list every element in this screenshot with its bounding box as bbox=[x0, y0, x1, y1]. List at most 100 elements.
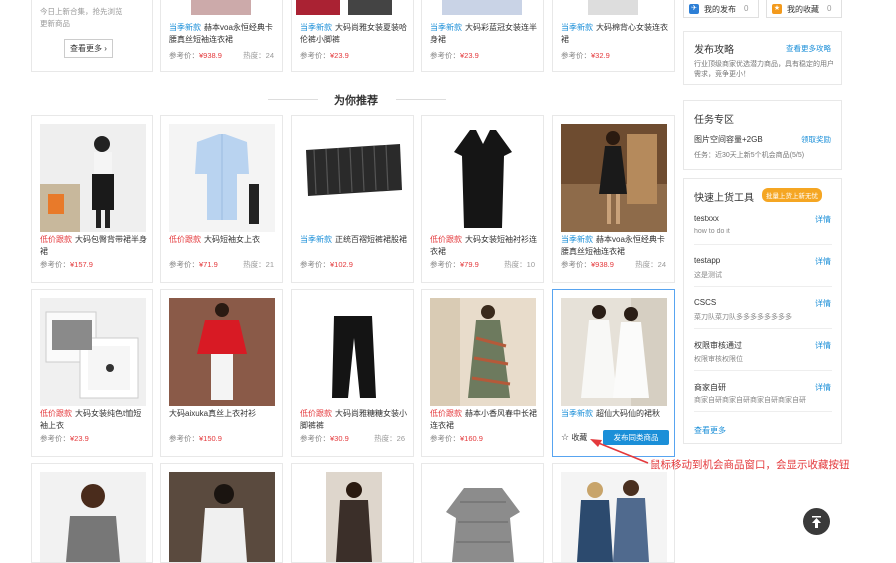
arrow-up-icon bbox=[812, 516, 821, 528]
tools-box: 快速上货工具 批量上货上新无忧 testxxx 详情 how to do it … bbox=[683, 178, 842, 444]
product-price: 参考价：¥71.9 bbox=[169, 260, 218, 269]
product-price: 参考价：¥23.9 bbox=[430, 51, 479, 60]
product-tag: 低价跟款 bbox=[169, 235, 201, 244]
product-tag: 当季新款 bbox=[169, 23, 201, 32]
product-title: 当季新款 超仙大码仙的裙秋 bbox=[561, 409, 660, 418]
more-strategy-link[interactable]: 查看更多攻略 bbox=[786, 43, 831, 54]
section-title: 为你推荐 bbox=[334, 95, 378, 107]
product-title: 低价跟款 大码女装纯色t恤短袖上衣 bbox=[40, 409, 142, 430]
section-divider-left bbox=[268, 99, 318, 100]
top-product-card-2[interactable]: 当季新款 大码尚雅女装夏装哈伦裤小脚裤 参考价：¥23.9 bbox=[291, 0, 414, 72]
product-price: 参考价：¥102.9 bbox=[300, 260, 353, 269]
back-to-top-button[interactable] bbox=[803, 508, 830, 535]
tool-detail-link[interactable]: 详情 bbox=[815, 340, 831, 351]
product-tag: 当季新款 bbox=[300, 23, 332, 32]
tools-more-link[interactable]: 查看更多 bbox=[694, 425, 726, 436]
product-image bbox=[191, 0, 251, 15]
tool-detail-link[interactable]: 详情 bbox=[815, 298, 831, 309]
tool-name: 商家自研 bbox=[694, 383, 726, 392]
tool-desc: 菜刀队菜刀队多多多多多多多多 bbox=[694, 314, 792, 321]
claim-reward-link[interactable]: 领取奖励 bbox=[801, 134, 831, 145]
task-name: 图片空间容量+2GB bbox=[694, 135, 763, 144]
divider bbox=[694, 370, 832, 371]
product-card[interactable]: 低价跟款 大码女装短袖衬衫连衣裙 参考价：¥79.9 热度：10 bbox=[421, 115, 544, 283]
tool-detail-link[interactable]: 详情 bbox=[815, 214, 831, 225]
product-tag: 低价跟款 bbox=[40, 235, 72, 244]
product-heat: 热度：10 bbox=[504, 260, 535, 269]
product-title: 低价跟款 大码短袖女上衣 bbox=[169, 235, 260, 244]
product-title: 低价跟款 大码包臀背带裙半身裙 bbox=[40, 235, 147, 256]
my-publish-count: 0 bbox=[744, 4, 749, 13]
tool-name: testapp bbox=[694, 256, 721, 265]
product-image bbox=[430, 298, 536, 406]
view-more-button[interactable]: 查看更多 › bbox=[64, 39, 113, 58]
product-heat: 热度：26 bbox=[374, 434, 405, 443]
promo-line-2: 更新商品 bbox=[40, 19, 70, 28]
product-image bbox=[296, 0, 340, 15]
product-card[interactable]: 低价跟款 大码包臀背带裙半身裙 参考价：¥157.9 bbox=[31, 115, 153, 283]
product-card[interactable]: 低价跟款 大码短袖女上衣 参考价：¥71.9 热度：21 bbox=[160, 115, 283, 283]
strategy-box: 发布攻略 查看更多攻略 行业顶级商家优选潜力商品，具有稳定的用户需求，竞争更小！ bbox=[683, 31, 842, 85]
product-image-2 bbox=[348, 0, 392, 15]
strategy-desc: 行业顶级商家优选潜力商品，具有稳定的用户需求，竞争更小！ bbox=[694, 61, 834, 78]
collect-button[interactable]: ☆ 收藏 bbox=[561, 432, 587, 443]
tool-desc: 商家自研商家自研商家自研商家自研 bbox=[694, 397, 806, 404]
product-tag: 当季新款 bbox=[561, 235, 593, 244]
product-card[interactable] bbox=[31, 463, 153, 563]
product-image bbox=[442, 0, 522, 15]
product-heat: 热度：21 bbox=[243, 260, 274, 269]
product-image bbox=[430, 472, 536, 562]
tool-detail-link[interactable]: 详情 bbox=[815, 382, 831, 393]
product-card[interactable]: 低价跟款 大码女装纯色t恤短袖上衣 参考价：¥23.9 bbox=[31, 289, 153, 457]
product-card-hovered[interactable]: 当季新款 超仙大码仙的裙秋 ☆ 收藏 发布同类商品 bbox=[552, 289, 675, 457]
product-title: 低价跟款 大码尚雅糖糖女装小脚裤裤 bbox=[300, 409, 407, 430]
product-tag: 当季新款 bbox=[561, 23, 593, 32]
product-card[interactable]: 大码aixuka真丝上衣衬衫 参考价：¥150.9 bbox=[160, 289, 283, 457]
divider bbox=[694, 411, 832, 412]
product-price: 参考价：¥160.9 bbox=[430, 434, 483, 443]
product-card[interactable]: 低价跟款 大码尚雅糖糖女装小脚裤裤 参考价：¥30.9 热度：26 bbox=[291, 289, 414, 457]
product-tag: 当季新款 bbox=[561, 409, 593, 418]
product-card[interactable] bbox=[291, 463, 414, 563]
product-tag: 低价跟款 bbox=[40, 409, 72, 418]
product-title: 低价跟款 大码女装短袖衬衫连衣裙 bbox=[430, 235, 537, 256]
tool-desc: how to do it bbox=[694, 228, 730, 235]
product-image bbox=[561, 298, 667, 406]
top-product-card-4[interactable]: 当季新款 大码棉背心女装连衣裙 参考价：¥32.9 bbox=[552, 0, 675, 72]
product-image bbox=[300, 298, 406, 406]
product-card[interactable]: 当季新款 正统百褶短裤裙股裙 参考价：¥102.9 bbox=[291, 115, 414, 283]
my-publish-label: 我的发布 bbox=[704, 5, 736, 14]
product-title: 当季新款 大码棉背心女装连衣裙 bbox=[561, 23, 668, 44]
product-card[interactable]: 当季新款 赫本voa永恒经典卡腰真丝短袖连衣裙 参考价：¥938.9 热度：24 bbox=[552, 115, 675, 283]
top-product-card-1[interactable]: 当季新款 赫本voa永恒经典卡腰真丝短袖连衣裙 参考价：¥938.9 热度：24 bbox=[160, 0, 283, 72]
star-icon: ★ bbox=[772, 4, 782, 14]
product-title: 当季新款 大码尚雅女装夏装哈伦裤小脚裤 bbox=[300, 23, 407, 44]
my-publish-link[interactable]: ✈ 我的发布 0 bbox=[683, 0, 759, 18]
product-price: 参考价：¥150.9 bbox=[169, 434, 222, 443]
product-tag: 低价跟款 bbox=[300, 409, 332, 418]
product-image bbox=[300, 472, 406, 562]
product-card[interactable] bbox=[552, 463, 675, 563]
product-card[interactable] bbox=[421, 463, 544, 563]
promo-line-1: 今日上新合集，抢先浏览 bbox=[40, 7, 123, 16]
product-price: 参考价：¥938.9 bbox=[169, 51, 222, 60]
product-card[interactable]: 低价跟款 赫本小香风春中长裙连衣裙 参考价：¥160.9 bbox=[421, 289, 544, 457]
product-heat: 热度：24 bbox=[635, 260, 666, 269]
top-product-card-3[interactable]: 当季新款 大码彩蓝冠女装连半身裙 参考价：¥23.9 bbox=[421, 0, 544, 72]
product-image bbox=[40, 472, 146, 562]
promo-card: 今日上新合集，抢先浏览 更新商品 查看更多 › bbox=[31, 0, 153, 72]
product-price: 参考价：¥157.9 bbox=[40, 260, 93, 269]
my-collect-link[interactable]: ★ 我的收藏 0 bbox=[766, 0, 842, 18]
tool-name: 权限审核通过 bbox=[694, 341, 742, 350]
product-title: 当季新款 大码彩蓝冠女装连半身裙 bbox=[430, 23, 537, 44]
product-image bbox=[169, 472, 275, 562]
product-tag: 低价跟款 bbox=[430, 235, 462, 244]
product-card[interactable] bbox=[160, 463, 283, 563]
publish-icon: ✈ bbox=[689, 4, 699, 14]
product-price: 参考价：¥30.9 bbox=[300, 434, 349, 443]
divider bbox=[694, 286, 832, 287]
product-image bbox=[300, 124, 406, 232]
product-tag: 当季新款 bbox=[300, 235, 332, 244]
tool-detail-link[interactable]: 详情 bbox=[815, 256, 831, 267]
product-tag: 当季新款 bbox=[430, 23, 462, 32]
